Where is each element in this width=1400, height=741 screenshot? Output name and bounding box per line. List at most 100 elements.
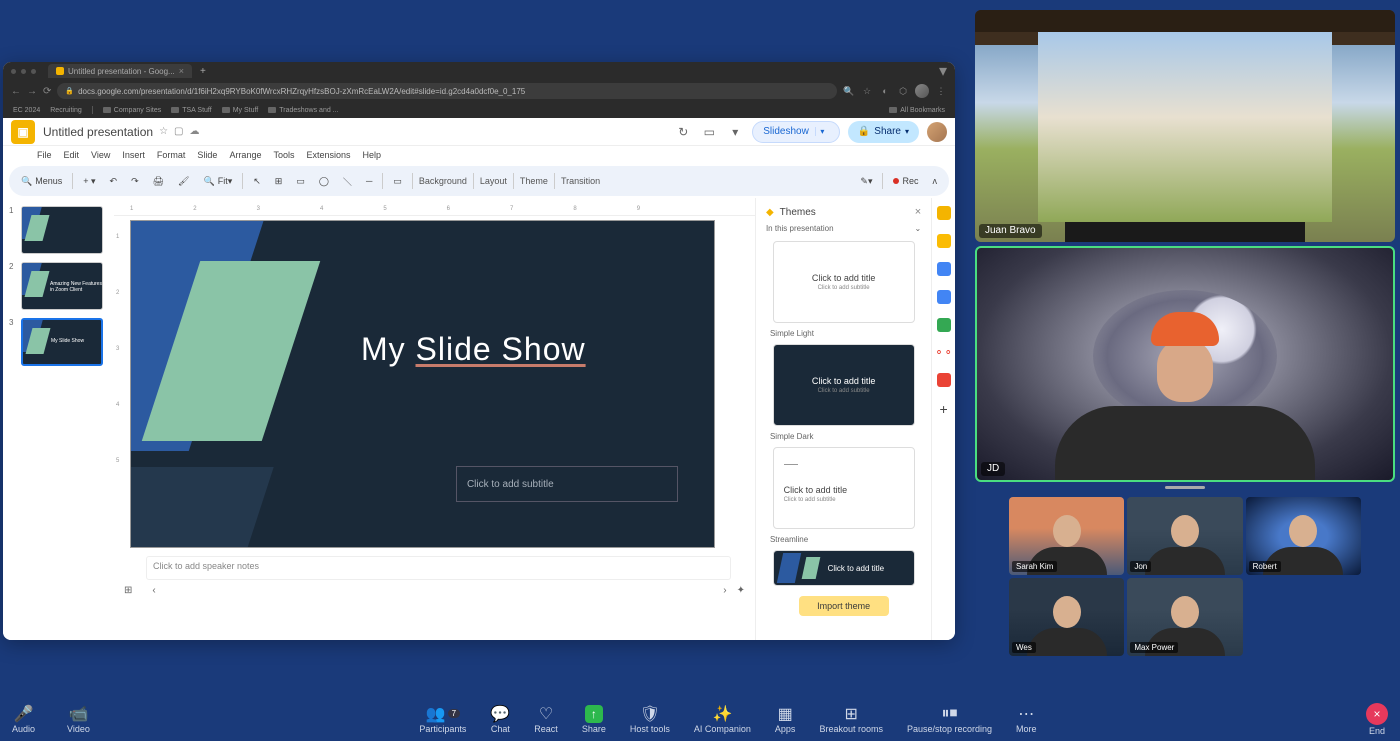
end-button[interactable]: × End [1366,703,1388,736]
comment-button[interactable]: ▭ [389,174,406,189]
theme-button[interactable]: Theme [520,176,548,186]
more-button[interactable]: ⋯ More [1016,705,1037,734]
bookmark-item[interactable]: My Stuff [222,107,259,114]
maps-icon[interactable] [937,318,951,332]
cursor-tool[interactable]: ↖ [249,174,265,189]
video-tile[interactable]: Robert [1246,497,1361,575]
collapse-icon[interactable]: ʌ [929,174,942,188]
grid-view-icon[interactable]: ⊞ [124,585,132,596]
theme-card[interactable]: Click to add title Click to add subtitle [773,447,915,529]
image-tool[interactable]: ▭ [292,174,309,189]
keep-icon[interactable] [937,234,951,248]
pen-icon[interactable]: ✎▾ [856,174,876,189]
menu-tools[interactable]: Tools [273,150,294,160]
theme-card[interactable]: Click to add title Click to add subtitle [773,344,915,426]
menu-insert[interactable]: Insert [122,150,145,160]
user-avatar[interactable] [927,122,947,142]
ai-companion-button[interactable]: ✨ AI Companion [694,705,751,734]
menu-file[interactable]: File [37,150,52,160]
browser-tab[interactable]: Untitled presentation - Goog... × [48,64,192,78]
slideshow-button[interactable]: Slideshow ▾ [752,121,840,143]
search-menus[interactable]: 🔍 Menus [17,174,66,189]
prev-slide-icon[interactable]: ‹ [152,585,155,596]
breakout-rooms-button[interactable]: ⊞ Breakout rooms [819,705,883,734]
background-button[interactable]: Background [419,176,467,186]
react-button[interactable]: ♡ React [534,705,558,734]
close-tab-icon[interactable]: × [179,66,184,76]
video-tile[interactable]: Jon [1127,497,1242,575]
audio-button[interactable]: 🎤 Audio [12,705,35,734]
menu-view[interactable]: View [91,150,110,160]
apps-button[interactable]: ▦ Apps [775,705,796,734]
transition-button[interactable]: Transition [561,176,600,186]
menu-edit[interactable]: Edit [64,150,80,160]
subtitle-placeholder[interactable]: Click to add subtitle [456,466,678,502]
menu-arrange[interactable]: Arrange [229,150,261,160]
rec-button[interactable]: Rec [889,174,922,188]
video-tile[interactable]: Max Power [1127,578,1242,656]
redo-button[interactable]: ↷ [127,174,143,189]
addon-icon[interactable]: ⚬⚬ [934,346,952,359]
refresh-icon[interactable]: ⟳ [43,86,51,97]
slides-logo[interactable]: ▣ [11,120,35,144]
slideshow-dropdown[interactable]: ▾ [815,127,829,136]
menu-format[interactable]: Format [157,150,186,160]
move-icon[interactable]: ▢ [174,126,183,137]
undo-button[interactable]: ↶ [106,174,122,189]
zoom-button[interactable]: 🔍 Fit ▾ [199,174,236,189]
menu-slide[interactable]: Slide [197,150,217,160]
all-bookmarks[interactable]: All Bookmarks [889,107,945,114]
line-tool[interactable]: ＼ [339,173,356,190]
video-tile[interactable]: Sarah Kim [1009,497,1124,575]
layout-button[interactable]: Layout [480,176,507,186]
bookmark-item[interactable]: EC 2024 [13,107,40,114]
profile-avatar[interactable] [915,84,929,98]
print-button[interactable]: 🖨 [149,174,168,189]
bookmark-item[interactable]: Company Sites [103,107,161,114]
doc-title[interactable]: Untitled presentation [43,125,153,139]
extension-icon[interactable]: ⬡ [897,85,909,97]
textbox-tool[interactable]: ⊞ [271,174,287,189]
participants-button[interactable]: 👥7 Participants [419,705,466,734]
bookmark-item[interactable]: Tradeshows and ... [268,107,338,114]
new-tab-button[interactable]: + [196,66,210,77]
shape-tool[interactable]: ◯ [315,174,333,189]
menu-extensions[interactable]: Extensions [306,150,350,160]
share-button[interactable]: ↑ Share [582,705,606,734]
new-slide-button[interactable]: + ▾ [79,174,99,189]
addon-icon[interactable] [937,373,951,387]
slide-thumbnail[interactable]: Amazing New Features in Zoom Client [21,262,103,310]
back-icon[interactable]: ← [11,86,21,97]
menu-icon[interactable]: ⋮ [935,85,947,97]
slide-title[interactable]: My Slide Show [361,331,586,368]
tasks-icon[interactable] [937,262,951,276]
extension-icon[interactable]: ◐ [879,85,891,97]
themes-section-header[interactable]: In this presentation⌄ [762,220,925,237]
video-tile-active[interactable]: JD [975,246,1395,482]
slide-thumbnail[interactable] [21,206,103,254]
import-theme-button[interactable]: Import theme [799,596,889,616]
host-tools-button[interactable]: 🛡 Host tools [630,705,670,734]
slide-thumbnail[interactable]: My Slide Show [21,318,103,366]
menu-help[interactable]: Help [363,150,382,160]
comments-icon[interactable]: ▭ [700,123,718,141]
next-slide-icon[interactable]: › [723,585,726,596]
forward-icon[interactable]: → [27,86,37,97]
meet-icon[interactable]: ▾ [726,123,744,141]
explore-icon[interactable]: ✦ [737,585,745,596]
bookmark-item[interactable]: Recruiting [50,107,82,114]
cloud-icon[interactable]: ☁ [190,126,200,137]
add-icon[interactable]: + [940,401,948,417]
calendar-icon[interactable] [937,206,951,220]
search-icon[interactable]: 🔍 [843,85,855,97]
contacts-icon[interactable] [937,290,951,304]
comment-tool[interactable]: ─ [362,174,376,188]
minimize-icon[interactable]: ▾ [939,62,947,81]
video-tile[interactable]: Wes [1009,578,1124,656]
chat-button[interactable]: 💬 Chat [490,705,510,734]
theme-card[interactable]: Click to add title [773,550,915,586]
speaker-notes[interactable]: Click to add speaker notes [146,556,731,580]
share-button[interactable]: 🔒 Share ▾ [848,121,919,143]
resize-handle[interactable] [1165,486,1205,489]
history-icon[interactable]: ↻ [674,123,692,141]
